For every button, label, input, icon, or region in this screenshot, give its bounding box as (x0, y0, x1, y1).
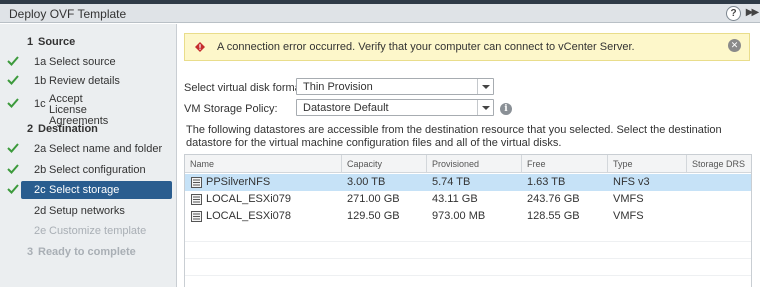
cell-type: VMFS (613, 193, 644, 205)
step-label: Ready to complete (38, 246, 136, 258)
table-row[interactable]: LOCAL_ESXi079 271.00 GB 43.11 GB 243.76 … (185, 191, 751, 208)
column-header-provisioned[interactable]: Provisioned (427, 155, 522, 173)
storage-policy-label: VM Storage Policy: (184, 103, 278, 115)
main-content: A connection error occurred. Verify that… (178, 24, 760, 287)
cell-storage-drs (687, 208, 692, 225)
step-number: 2e (34, 225, 47, 237)
step-destination: 2 Destination (0, 120, 177, 140)
step-label: Setup networks (49, 205, 125, 217)
window-titlebar: Deploy OVF Template ? ▶▶ (0, 4, 760, 23)
step-select-storage[interactable]: 2c Select storage (0, 181, 177, 201)
disk-format-value: Thin Provision (303, 81, 373, 93)
column-header-free[interactable]: Free (522, 155, 608, 173)
step-number: 2 (27, 123, 34, 135)
datastore-description: The following datastores are accessible … (186, 124, 722, 149)
step-label: Destination (38, 123, 98, 135)
cell-capacity: 3.00 TB (347, 176, 386, 188)
check-icon (7, 98, 19, 108)
step-ready-to-complete: 3 Ready to complete (0, 243, 177, 263)
step-select-configuration[interactable]: 2b Select configuration (0, 161, 177, 181)
check-icon (7, 143, 19, 153)
step-number: 1c (34, 98, 46, 110)
empty-row (185, 225, 751, 242)
column-header-storage-drs[interactable]: Storage DRS (687, 155, 751, 173)
help-icon[interactable]: ? (726, 6, 741, 21)
step-customize-template: 2e Customize template (0, 222, 177, 242)
step-number: 3 (27, 246, 34, 258)
warning-icon (195, 42, 205, 52)
chevron-down-icon (477, 79, 493, 94)
cell-type: NFS v3 (613, 176, 650, 188)
step-number: 1 (27, 36, 34, 48)
step-source: 1 Source (0, 33, 177, 53)
expand-icon[interactable]: ▶▶ (744, 6, 759, 21)
step-select-source[interactable]: 1a Select source (0, 53, 177, 73)
cell-provisioned: 43.11 GB (432, 193, 478, 205)
table-row[interactable]: PPSilverNFS 3.00 TB 5.74 TB 1.63 TB NFS … (185, 174, 751, 191)
step-label: Select configuration (49, 164, 146, 176)
cell-storage-drs (687, 174, 692, 191)
empty-row (185, 242, 751, 259)
datastore-table: Name Capacity Provisioned Free Type Stor… (184, 154, 752, 287)
step-number: 1b (34, 75, 47, 87)
step-label: Select name and folder (49, 143, 163, 155)
cell-capacity: 129.50 GB (347, 210, 400, 222)
step-label: Review details (49, 75, 120, 87)
table-row[interactable]: LOCAL_ESXi078 129.50 GB 973.00 MB 128.55… (185, 208, 751, 225)
step-number: 1a (34, 56, 47, 68)
cell-free: 243.76 GB (527, 193, 580, 205)
step-number: 2a (34, 143, 47, 155)
table-header: Name Capacity Provisioned Free Type Stor… (185, 155, 751, 173)
empty-row (185, 259, 751, 276)
cell-free: 128.55 GB (527, 210, 580, 222)
cell-capacity: 271.00 GB (347, 193, 400, 205)
step-number: 2b (34, 164, 47, 176)
step-label: Source (38, 36, 76, 48)
step-review-details[interactable]: 1b Review details (0, 72, 177, 92)
cell-name: LOCAL_ESXi079 (206, 193, 291, 205)
column-header-name[interactable]: Name (185, 155, 342, 173)
cell-provisioned: 5.74 TB (432, 176, 471, 188)
step-label: Select storage (49, 184, 120, 196)
step-accept-license[interactable]: 1c Accept License Agreements (0, 94, 177, 127)
storage-policy-select[interactable]: Datastore Default (296, 99, 494, 116)
cell-type: VMFS (613, 210, 644, 222)
cell-provisioned: 973.00 MB (432, 210, 486, 222)
step-number: 2c (34, 184, 46, 196)
check-icon (7, 164, 19, 174)
step-setup-networks[interactable]: 2d Setup networks (0, 202, 177, 222)
check-icon (7, 184, 19, 194)
column-header-capacity[interactable]: Capacity (342, 155, 427, 173)
window-title: Deploy OVF Template (9, 7, 127, 21)
step-number: 2d (34, 205, 47, 217)
column-header-type[interactable]: Type (608, 155, 687, 173)
step-select-name-folder[interactable]: 2a Select name and folder (0, 140, 177, 160)
cell-free: 1.63 TB (527, 176, 566, 188)
chevron-down-icon (477, 100, 493, 115)
step-label: Customize template (49, 225, 147, 237)
info-icon[interactable]: i (500, 103, 512, 115)
cell-name: LOCAL_ESXi078 (206, 210, 291, 222)
cell-storage-drs (687, 191, 692, 208)
disk-format-label: Select virtual disk format: (184, 82, 307, 94)
check-icon (7, 56, 19, 66)
disk-format-select[interactable]: Thin Provision (296, 78, 494, 95)
step-label: Select source (49, 56, 116, 68)
close-icon[interactable]: ✕ (728, 39, 741, 52)
wizard-steps-sidebar: 1 Source 1a Select source 1b Review deta… (0, 24, 177, 287)
storage-policy-value: Datastore Default (303, 102, 389, 114)
alert-message: A connection error occurred. Verify that… (217, 41, 635, 53)
cell-name: PPSilverNFS (206, 176, 271, 188)
connection-error-alert: A connection error occurred. Verify that… (184, 33, 750, 61)
check-icon (7, 75, 19, 85)
